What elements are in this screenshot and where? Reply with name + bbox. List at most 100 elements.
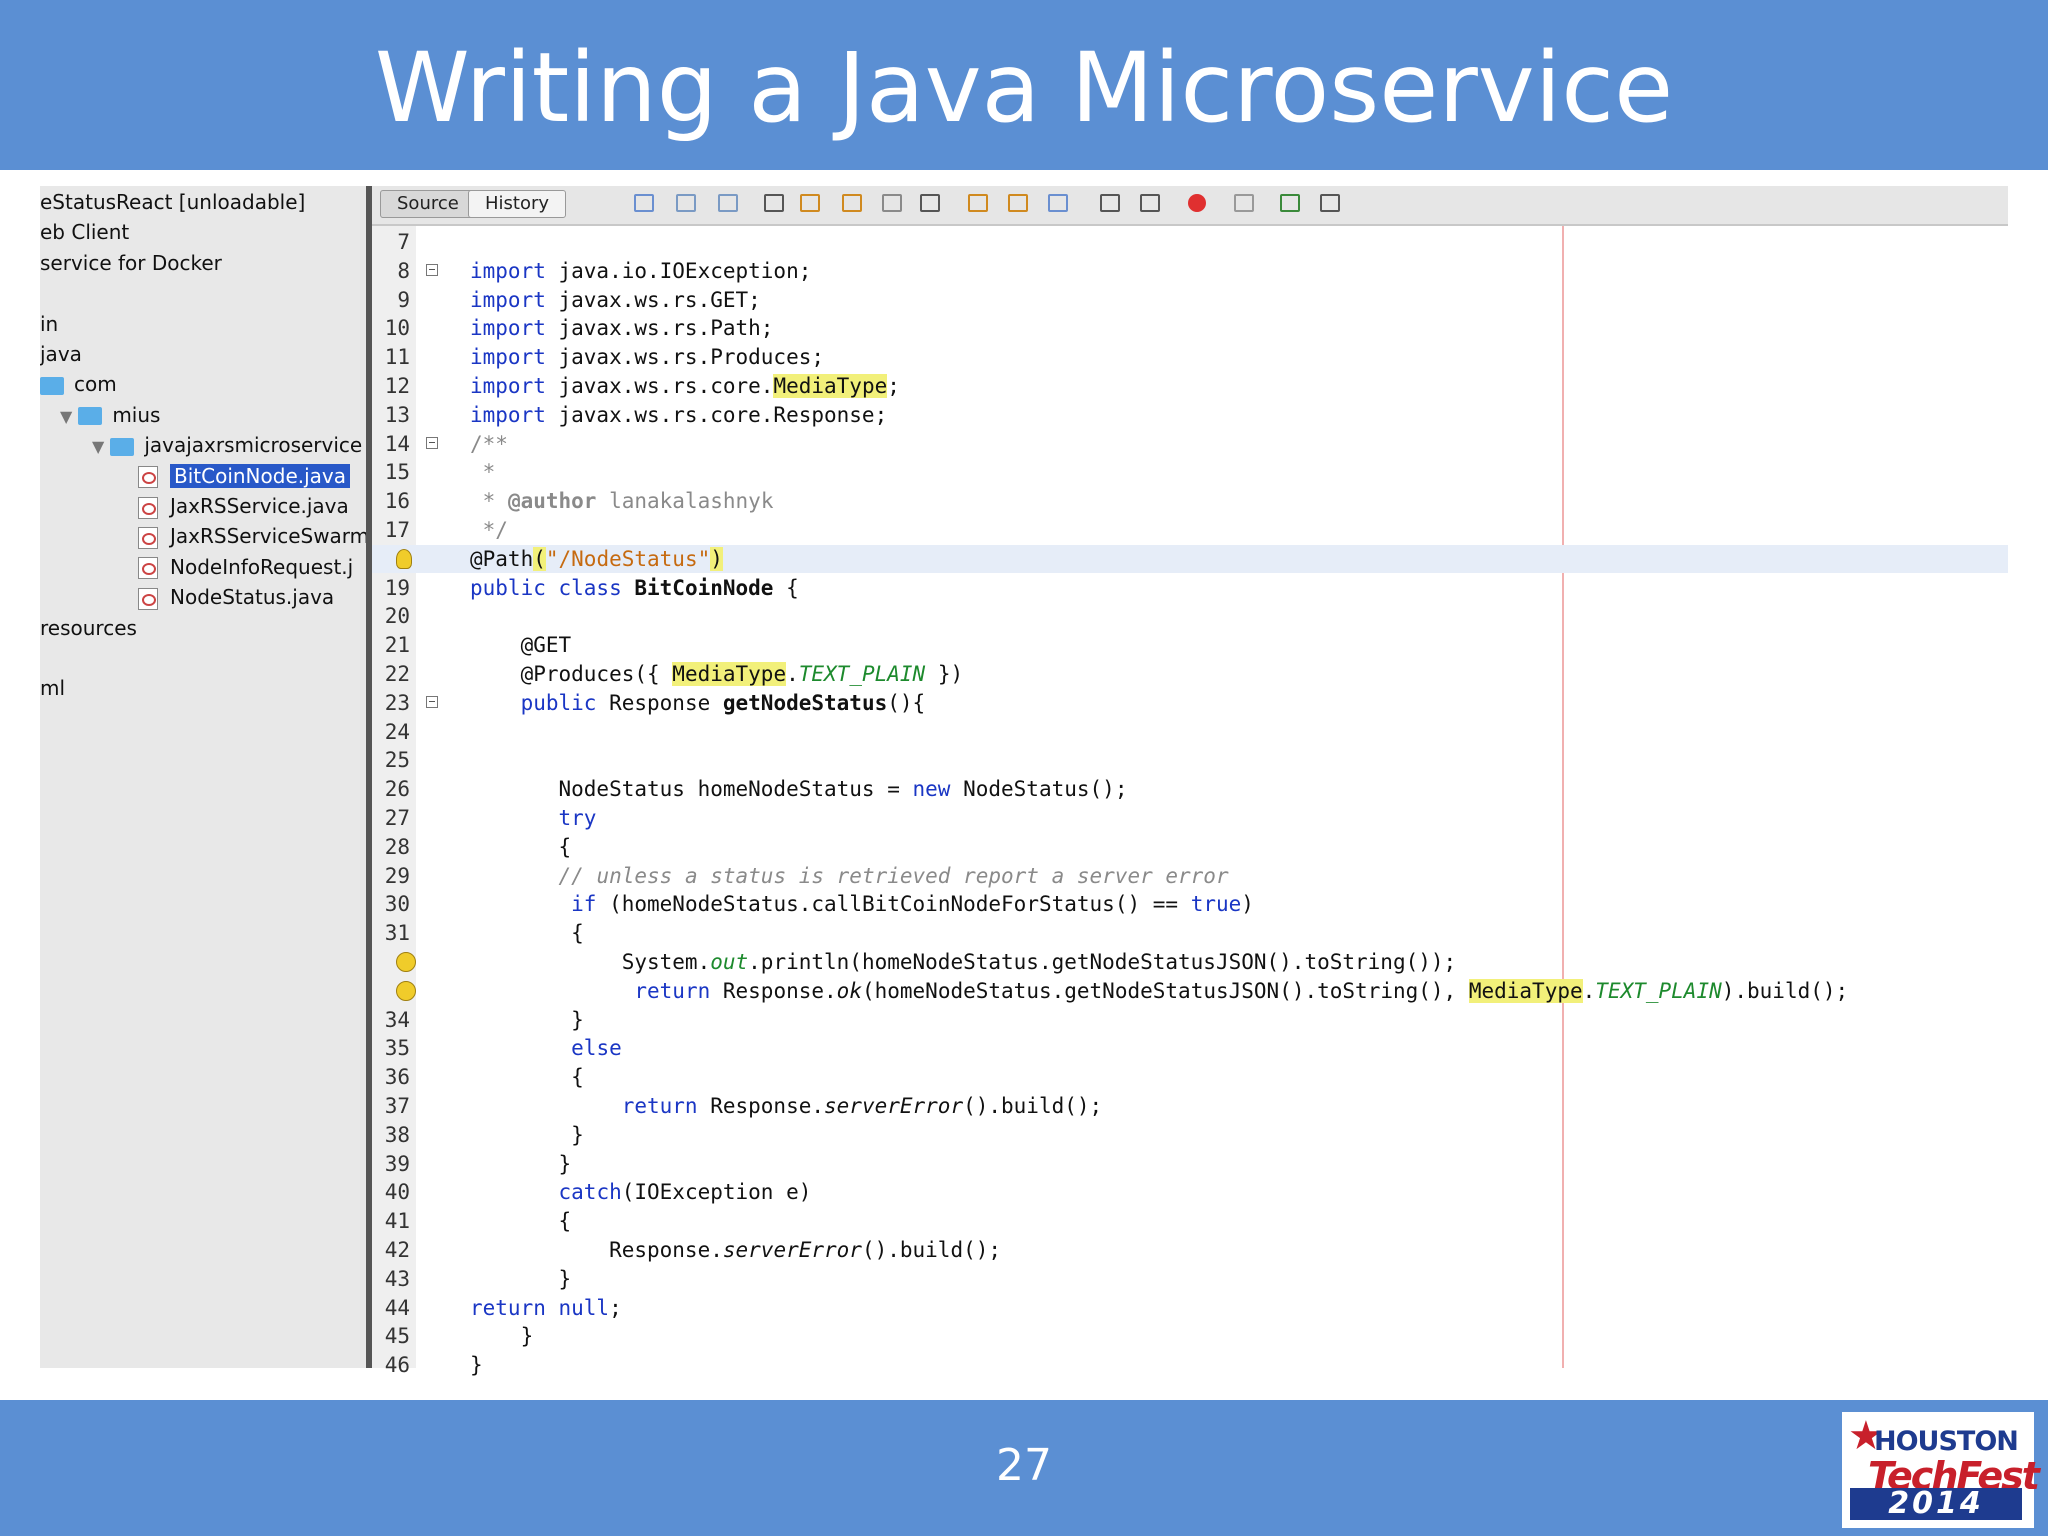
comment-icon[interactable]: [1280, 194, 1300, 212]
code-line[interactable]: System.out.println(homeNodeStatus.getNod…: [372, 948, 2008, 976]
tree-file-item[interactable]: BitCoinNode.java: [138, 462, 351, 490]
tree-file-item[interactable]: NodeInfoRequest.j: [138, 553, 353, 581]
forward-icon[interactable]: [718, 194, 738, 212]
code-line[interactable]: 24: [372, 718, 2008, 746]
prev-bookmark-icon[interactable]: [968, 194, 988, 212]
code-line[interactable]: 21 @GET: [372, 631, 2008, 659]
line-number: 39: [384, 1151, 410, 1176]
code-line[interactable]: 41 {: [372, 1207, 2008, 1235]
code-text: }: [470, 1122, 584, 1147]
code-text: *: [470, 460, 496, 485]
code-line[interactable]: return Response.ok(homeNodeStatus.getNod…: [372, 977, 2008, 1005]
last-edit-icon[interactable]: [634, 194, 654, 212]
tree-item[interactable]: eStatusReact [unloadable]: [40, 188, 305, 216]
find-next-icon[interactable]: [842, 194, 862, 212]
lightbulb-hint-icon[interactable]: [396, 548, 412, 569]
toggle-highlight-icon[interactable]: [882, 194, 902, 212]
tree-item[interactable]: java: [40, 340, 82, 368]
code-line[interactable]: 36 {: [372, 1063, 2008, 1091]
code-line[interactable]: 26 NodeStatus homeNodeStatus = new NodeS…: [372, 775, 2008, 803]
line-number: 26: [384, 777, 410, 802]
code-text: }: [470, 1151, 572, 1176]
code-line[interactable]: 14 /**: [372, 430, 2008, 458]
fold-toggle-icon[interactable]: [426, 695, 438, 708]
expand-triangle-icon[interactable]: ▼: [92, 433, 104, 461]
tree-item[interactable]: eb Client: [40, 218, 129, 246]
shift-right-icon[interactable]: [1140, 194, 1160, 212]
fold-toggle-icon[interactable]: [426, 263, 438, 276]
source-tab[interactable]: Source: [380, 190, 476, 218]
code-text: try: [558, 806, 597, 830]
code-line[interactable]: 29 // unless a status is retrieved repor…: [372, 862, 2008, 890]
slide-title: Writing a Java Microservice: [374, 32, 1674, 144]
tree-item[interactable]: resources: [40, 614, 137, 642]
line-number: 21: [384, 633, 410, 658]
find-prev-icon[interactable]: [800, 194, 820, 212]
tree-file-item[interactable]: JaxRSServiceSwarm: [138, 522, 366, 550]
history-tab[interactable]: History: [468, 190, 567, 218]
code-line[interactable]: 9 import javax.ws.rs.GET;: [372, 286, 2008, 314]
tree-file-item[interactable]: JaxRSService.java: [138, 492, 349, 520]
line-number: 12: [384, 374, 410, 398]
code-line[interactable]: 11 import javax.ws.rs.Produces;: [372, 343, 2008, 371]
stop-macro-icon[interactable]: [1234, 194, 1254, 212]
start-macro-icon[interactable]: [1188, 194, 1206, 212]
code-line[interactable]: 35 else: [372, 1034, 2008, 1062]
code-line[interactable]: 37 return Response.serverError().build()…: [372, 1092, 2008, 1120]
code-line[interactable]: 31 {: [372, 919, 2008, 947]
code-line[interactable]: 38 }: [372, 1121, 2008, 1149]
code-line[interactable]: 12 import javax.ws.rs.core.MediaType;: [372, 372, 2008, 400]
code-line[interactable]: 20: [372, 602, 2008, 630]
code-line[interactable]: 23 public Response getNodeStatus(){: [372, 689, 2008, 717]
code-line[interactable]: 15 *: [372, 458, 2008, 486]
back-icon[interactable]: [676, 194, 696, 212]
shift-left-icon[interactable]: [1100, 194, 1120, 212]
code-line[interactable]: 39 }: [372, 1150, 2008, 1178]
code-line[interactable]: 19 public class BitCoinNode {: [372, 574, 2008, 602]
code-line[interactable]: 13 import javax.ws.rs.core.Response;: [372, 401, 2008, 429]
code-line[interactable]: 10 import javax.ws.rs.Path;: [372, 314, 2008, 342]
tree-folder-item[interactable]: ▼ javajaxrsmicroservice: [92, 431, 362, 459]
warning-hint-icon[interactable]: [396, 980, 416, 1001]
tree-folder-item[interactable]: com: [40, 370, 117, 398]
tree-item[interactable]: in: [40, 310, 58, 338]
line-number: 40: [384, 1180, 410, 1205]
code-line[interactable]: @Path("/NodeStatus"): [372, 544, 2008, 573]
warning-hint-icon[interactable]: [396, 952, 416, 972]
code-line[interactable]: 25: [372, 746, 2008, 774]
find-icon[interactable]: [764, 194, 784, 212]
code-line[interactable]: 7: [372, 228, 2008, 256]
code-line[interactable]: 45 }: [372, 1322, 2008, 1350]
code-line[interactable]: 16 * @author lanakalashnyk: [372, 487, 2008, 515]
tree-item[interactable]: service for Docker: [40, 249, 222, 277]
tree-file-item[interactable]: NodeStatus.java: [138, 583, 334, 611]
code-line[interactable]: 34 }: [372, 1006, 2008, 1034]
next-bookmark-icon[interactable]: [1008, 194, 1028, 212]
code-line[interactable]: 46}: [372, 1351, 2008, 1379]
java-file-icon: [138, 526, 158, 549]
code-line[interactable]: 17 */: [372, 516, 2008, 544]
code-line[interactable]: 22 @Produces({ MediaType.TEXT_PLAIN }): [372, 660, 2008, 688]
line-number: 13: [384, 402, 410, 427]
expand-triangle-icon[interactable]: ▼: [60, 403, 72, 431]
code-line[interactable]: 8 import java.io.IOException;: [372, 257, 2008, 285]
tree-item[interactable]: ml: [40, 674, 65, 702]
line-number: 27: [384, 806, 410, 830]
tree-folder-item[interactable]: ▼ mius: [60, 401, 160, 429]
code-line[interactable]: 40 catch(IOException e): [372, 1178, 2008, 1206]
code-line[interactable]: 44 return null;: [372, 1294, 2008, 1322]
code-text: import javax.ws.rs.core.MediaType;: [470, 374, 900, 398]
toggle-bookmark-icon[interactable]: [1048, 194, 1068, 212]
code-line[interactable]: 28 {: [372, 833, 2008, 861]
code-text: {: [470, 921, 584, 946]
line-number: 36: [384, 1065, 410, 1090]
toggle-rect-select-icon[interactable]: [920, 194, 940, 212]
fold-toggle-icon[interactable]: [426, 436, 438, 449]
line-number: 37: [384, 1094, 410, 1118]
code-line[interactable]: 42 Response.serverError().build();: [372, 1236, 2008, 1264]
code-line[interactable]: 27 try: [372, 804, 2008, 832]
line-number: 17: [384, 518, 410, 542]
code-line[interactable]: 30 if (homeNodeStatus.callBitCoinNodeFor…: [372, 890, 2008, 918]
code-line[interactable]: 43 }: [372, 1265, 2008, 1293]
uncomment-icon[interactable]: [1320, 194, 1340, 212]
